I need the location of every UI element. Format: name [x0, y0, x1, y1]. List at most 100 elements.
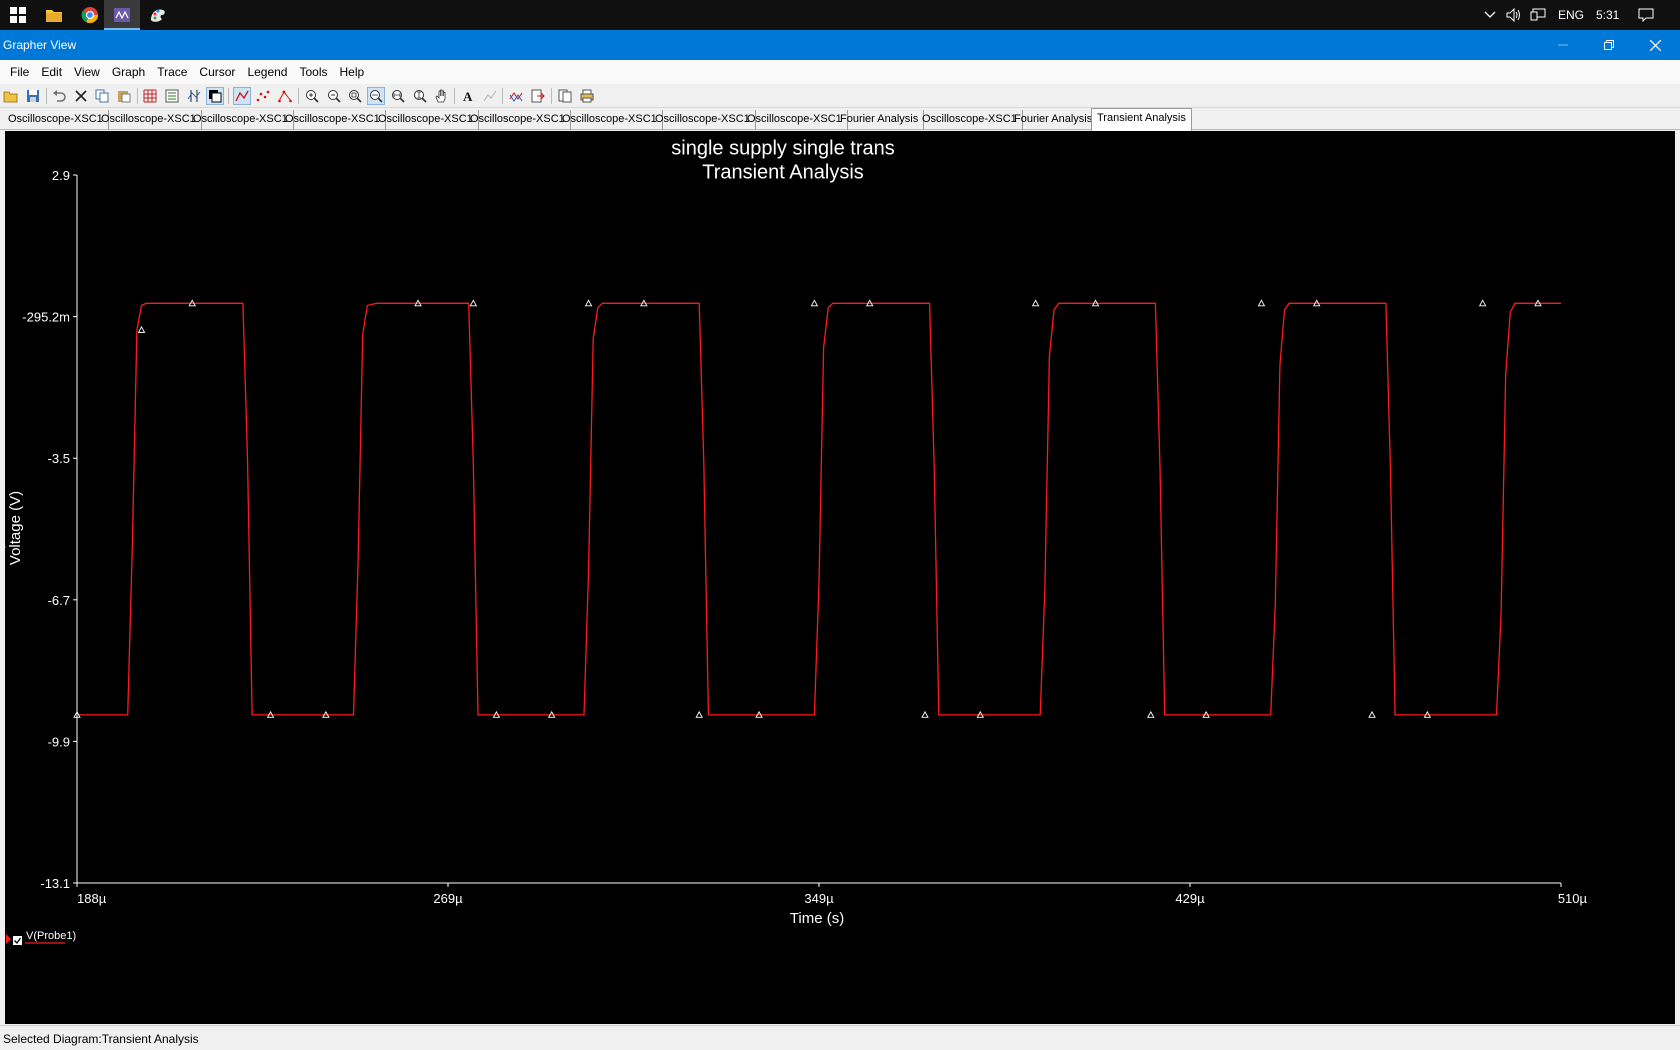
zoom-full-icon[interactable]	[367, 87, 385, 105]
zoom-y-icon[interactable]	[411, 87, 429, 105]
action-center-icon[interactable]	[1638, 0, 1654, 30]
menu-view[interactable]: View	[68, 60, 106, 84]
menu-file[interactable]: File	[4, 60, 35, 84]
menu-trace[interactable]: Trace	[151, 60, 193, 84]
trace-marker	[1478, 299, 1487, 307]
network-icon[interactable]	[1530, 0, 1546, 30]
delete-icon[interactable]	[72, 87, 90, 105]
status-text: Selected Diagram:Transient Analysis	[3, 1032, 199, 1046]
print-icon[interactable]	[578, 87, 596, 105]
save-icon[interactable]	[24, 87, 42, 105]
y-axis-ticks: 2.9 -295.2m -3.5 -6.7 -9.9 -13.1	[22, 168, 77, 891]
y-tick-label: -6.7	[48, 593, 70, 608]
grid-icon[interactable]	[141, 87, 159, 105]
tab-fourier-analysis[interactable]: Fourier Analysis	[1009, 110, 1099, 130]
trace-markers	[73, 299, 1542, 718]
chart-title: single supply single trans	[671, 138, 894, 160]
menu-tools[interactable]: Tools	[293, 60, 333, 84]
paste-icon[interactable]	[115, 87, 133, 105]
menu-graph[interactable]: Graph	[106, 60, 151, 84]
language-indicator[interactable]: ENG	[1558, 0, 1584, 30]
paint-icon[interactable]	[140, 0, 176, 30]
x-tick-label: 349µ	[804, 891, 834, 906]
tab-oscilloscope-xsc1[interactable]: Oscilloscope-XSC1	[742, 110, 848, 130]
background-toggle-icon[interactable]	[206, 87, 224, 105]
tab-oscilloscope-xsc1[interactable]: Oscilloscope-XSC1	[96, 110, 202, 130]
point-style-icon[interactable]	[254, 87, 272, 105]
print-preview-icon[interactable]	[556, 87, 574, 105]
start-icon[interactable]	[0, 0, 36, 30]
clock[interactable]: 5:31	[1596, 0, 1619, 30]
trace-marker	[921, 710, 929, 718]
x-tick-label: 510µ	[1558, 891, 1588, 906]
tab-oscilloscope-xsc1[interactable]: Oscilloscope-XSC1	[188, 110, 294, 130]
trace-marker	[584, 299, 593, 307]
tab-oscilloscope-xsc1[interactable]: Oscilloscope-XSC1	[465, 110, 571, 130]
cursors-icon[interactable]	[185, 87, 203, 105]
undo-icon[interactable]	[50, 87, 68, 105]
zoom-x-icon[interactable]	[389, 87, 407, 105]
chrome-icon[interactable]	[72, 0, 108, 30]
copy-icon[interactable]	[93, 87, 111, 105]
y-tick-label: -9.9	[48, 734, 70, 749]
trace-marker	[695, 710, 703, 718]
y-tick-label: 2.9	[52, 168, 70, 183]
pan-hand-icon[interactable]	[432, 87, 450, 105]
minimize-button[interactable]	[1540, 30, 1586, 60]
multisim-icon[interactable]	[104, 0, 140, 30]
tab-oscilloscope-xsc1[interactable]: Oscilloscope-XSC1	[557, 110, 663, 130]
export-icon[interactable]	[529, 87, 547, 105]
legend-checkbox[interactable]	[13, 936, 22, 945]
svg-text:A: A	[463, 89, 473, 103]
text-tool-icon[interactable]: A	[459, 87, 477, 105]
y-axis-pointer-icon	[5, 545, 6, 549]
trace-marker	[810, 299, 819, 307]
volume-icon[interactable]	[1506, 0, 1522, 30]
graph-tabs: Oscilloscope-XSC1 Oscilloscope-XSC1 Osci…	[0, 108, 1680, 131]
tab-oscilloscope-xsc1[interactable]: Oscilloscope-XSC1	[373, 110, 479, 130]
toolbar: A	[0, 84, 1680, 108]
line-and-point-icon[interactable]	[276, 87, 294, 105]
trace-marker	[1031, 299, 1040, 307]
line-style-icon[interactable]	[233, 87, 251, 105]
legend-toggle-icon[interactable]	[163, 87, 181, 105]
restore-button[interactable]	[1586, 30, 1632, 60]
status-bar: Selected Diagram:Transient Analysis	[0, 1025, 1680, 1050]
trace-marker	[1147, 710, 1155, 718]
file-explorer-icon[interactable]	[36, 0, 72, 30]
trace-marker	[469, 299, 478, 307]
tab-oscilloscope-xsc1[interactable]: Oscilloscope-XSC1	[3, 110, 109, 130]
zoom-out-icon[interactable]	[325, 87, 343, 105]
menu-edit[interactable]: Edit	[35, 60, 68, 84]
menu-cursor[interactable]: Cursor	[193, 60, 241, 84]
legend-entry-label: V(Probe1)	[26, 930, 76, 942]
window-titlebar: Grapher View	[0, 30, 1680, 60]
zoom-area-icon[interactable]	[346, 87, 364, 105]
tab-oscilloscope-xsc1[interactable]: Oscilloscope-XSC1	[917, 110, 1023, 130]
x-tick-label: 429µ	[1175, 891, 1205, 906]
overlay-traces-icon[interactable]	[507, 87, 525, 105]
legend[interactable]: V(Probe1)	[6, 930, 76, 945]
menu-help[interactable]: Help	[334, 60, 371, 84]
zoom-in-icon[interactable]	[303, 87, 321, 105]
open-icon[interactable]	[2, 87, 20, 105]
tab-oscilloscope-xsc1[interactable]: Oscilloscope-XSC1	[280, 110, 386, 130]
show-hidden-icons-icon[interactable]	[1484, 0, 1496, 30]
x-tick-label: 269µ	[433, 891, 463, 906]
x-axis-ticks: 188µ 269µ 349µ 429µ 510µ	[76, 883, 1588, 906]
tab-fourier-analysis[interactable]: Fourier Analysis	[835, 110, 925, 130]
trace-v-probe1[interactable]	[77, 302, 1561, 716]
window-title: Grapher View	[3, 38, 77, 52]
tab-oscilloscope-xsc1[interactable]: Oscilloscope-XSC1	[650, 110, 756, 130]
graph-area[interactable]: single supply single trans Transient Ana…	[5, 131, 1675, 1024]
y-tick-label: -295.2m	[22, 310, 70, 325]
x-tick-label: 188µ	[77, 891, 107, 906]
menu-legend[interactable]: Legend	[241, 60, 293, 84]
x-axis-label: Time (s)	[790, 910, 844, 927]
transient-chart[interactable]: single supply single trans Transient Ana…	[5, 131, 1675, 1024]
tab-transient-analysis[interactable]: Transient Analysis	[1091, 108, 1192, 131]
menu-bar: File Edit View Graph Trace Cursor Legend…	[0, 60, 1680, 84]
close-button[interactable]	[1632, 30, 1678, 60]
trace-marker	[1257, 299, 1266, 307]
trace-marker	[137, 325, 146, 333]
